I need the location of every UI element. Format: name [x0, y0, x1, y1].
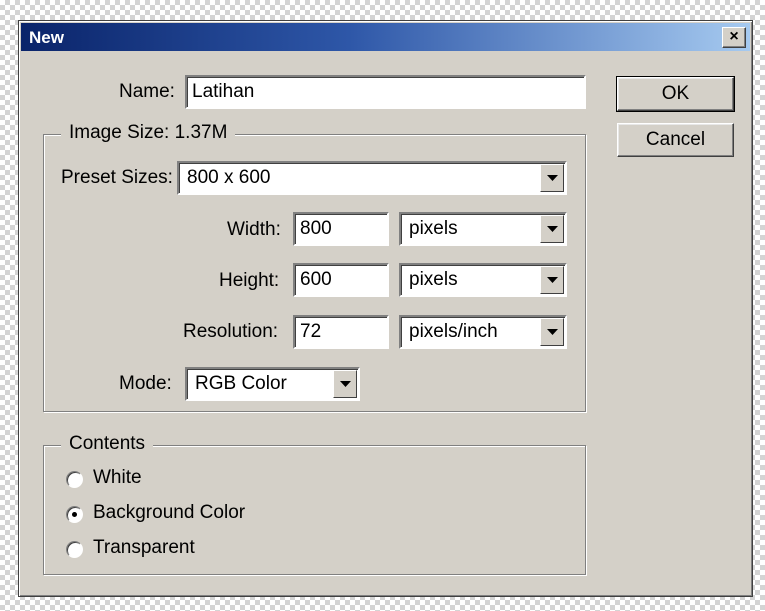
radio-transparent-label[interactable]: Transparent [93, 537, 195, 559]
mode-select[interactable]: RGB Color [185, 367, 360, 401]
chevron-down-icon[interactable] [540, 318, 564, 346]
width-unit-select[interactable]: pixels [399, 212, 567, 246]
mode-label: Mode: [119, 373, 172, 394]
width-unit-value: pixels [409, 218, 458, 239]
resolution-unit-select[interactable]: pixels/inch [399, 315, 567, 349]
radio-background-color-label[interactable]: Background Color [93, 502, 245, 524]
preset-sizes-value: 800 x 600 [187, 167, 271, 188]
mode-value: RGB Color [195, 373, 287, 394]
width-input[interactable] [293, 212, 389, 246]
chevron-down-icon[interactable] [540, 164, 564, 192]
new-document-dialog: New × Name: OK Cancel Image Size: 1.37M … [18, 20, 753, 597]
height-unit-select[interactable]: pixels [399, 263, 567, 297]
radio-background-color[interactable] [66, 506, 83, 523]
image-size-legend: Image Size: 1.37M [61, 122, 236, 144]
radio-white-label[interactable]: White [93, 467, 142, 489]
name-input[interactable] [185, 75, 586, 109]
contents-legend: Contents [61, 433, 154, 455]
chevron-down-icon[interactable] [540, 215, 564, 243]
chevron-down-icon[interactable] [540, 266, 564, 294]
radio-selected-dot [72, 512, 77, 517]
ok-button[interactable]: OK [616, 76, 735, 112]
resolution-input[interactable] [293, 315, 389, 349]
height-unit-value: pixels [409, 269, 458, 290]
resolution-unit-value: pixels/inch [409, 321, 498, 342]
chevron-down-icon[interactable] [333, 370, 357, 398]
preset-sizes-select[interactable]: 800 x 600 [177, 161, 567, 195]
preset-sizes-label: Preset Sizes: [61, 167, 173, 188]
width-label: Width: [227, 219, 281, 240]
radio-white[interactable] [66, 471, 83, 488]
radio-transparent[interactable] [66, 541, 83, 558]
height-input[interactable] [293, 263, 389, 297]
dialog-title: New [29, 28, 64, 47]
close-button[interactable]: × [722, 27, 746, 48]
height-label: Height: [219, 270, 280, 291]
cancel-button[interactable]: Cancel [617, 123, 734, 157]
resolution-label: Resolution: [183, 321, 279, 342]
title-bar[interactable]: New × [21, 23, 750, 51]
name-label: Name: [119, 81, 175, 102]
